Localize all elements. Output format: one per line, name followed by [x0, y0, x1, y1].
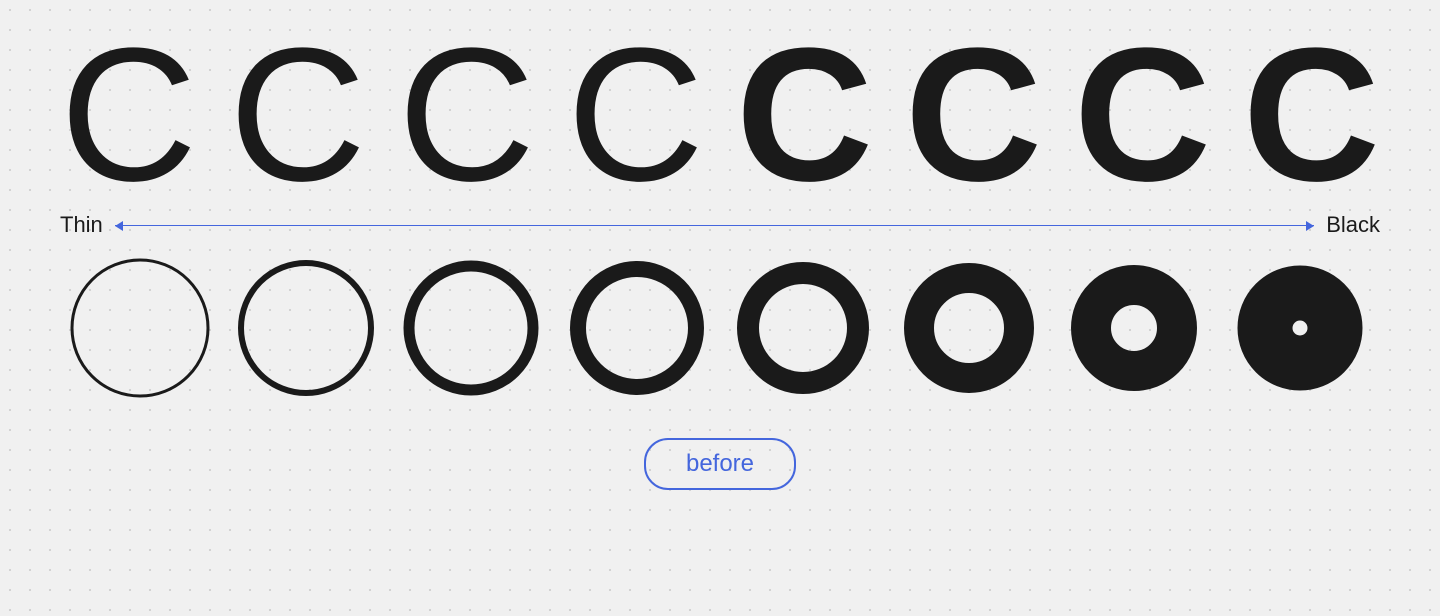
- c-glyph-row: CCCCCCCC: [30, 20, 1410, 210]
- circle-item-5: [889, 248, 1049, 408]
- label-thin: Thin: [60, 212, 103, 238]
- circle-item-3: [557, 248, 717, 408]
- circle-item-0: [60, 248, 220, 408]
- glyph-c-400: C: [567, 20, 704, 210]
- before-button[interactable]: before: [644, 438, 796, 490]
- glyph-c-600: C: [736, 20, 873, 210]
- circle-item-6: [1054, 248, 1214, 408]
- arrow-row: Thin Black: [30, 212, 1410, 238]
- glyph-c-900: C: [1243, 20, 1380, 210]
- glyph-c-700: C: [905, 20, 1042, 210]
- label-black: Black: [1326, 212, 1380, 238]
- glyph-c-100: C: [60, 20, 197, 210]
- glyph-c-800: C: [1074, 20, 1211, 210]
- arrow-line: [115, 225, 1314, 226]
- circle-item-7: [1220, 248, 1380, 408]
- circle-item-2: [391, 248, 551, 408]
- circle-item-4: [723, 248, 883, 408]
- circle-item-1: [226, 248, 386, 408]
- glyph-c-300: C: [398, 20, 535, 210]
- o-circle-row: [30, 248, 1410, 408]
- main-content: CCCCCCCC Thin Black before: [30, 0, 1410, 490]
- glyph-c-200: C: [229, 20, 366, 210]
